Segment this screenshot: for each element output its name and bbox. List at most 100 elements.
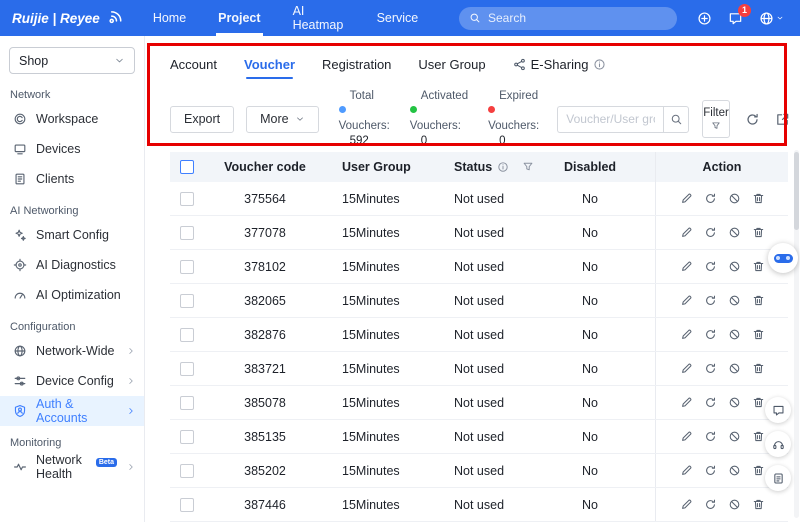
refresh-button[interactable] xyxy=(745,112,760,127)
edit-button[interactable] xyxy=(680,362,693,375)
survey-button[interactable] xyxy=(765,465,791,491)
delete-button[interactable] xyxy=(752,294,765,307)
renew-button[interactable] xyxy=(704,396,717,409)
tab-e-sharing[interactable]: E-Sharing xyxy=(513,57,607,72)
row-checkbox[interactable] xyxy=(180,327,194,342)
delete-button[interactable] xyxy=(752,192,765,205)
edit-button[interactable] xyxy=(680,464,693,477)
sidebar-item-workspace[interactable]: Workspace xyxy=(0,104,144,134)
language-button[interactable] xyxy=(759,11,784,26)
nav-service[interactable]: Service xyxy=(361,0,445,36)
delete-button[interactable] xyxy=(752,328,765,341)
renew-button[interactable] xyxy=(704,362,717,375)
delete-button[interactable] xyxy=(752,464,765,477)
brand-logo[interactable]: Ruijie | Reyee xyxy=(0,9,137,27)
notifications-button[interactable]: 1 xyxy=(728,3,751,26)
select-all-checkbox[interactable] xyxy=(180,160,194,174)
renew-button[interactable] xyxy=(704,430,717,443)
renew-button[interactable] xyxy=(704,328,717,341)
sidebar-item-ai-diagnostics[interactable]: AI Diagnostics xyxy=(0,250,144,280)
row-checkbox[interactable] xyxy=(180,463,194,478)
row-checkbox[interactable] xyxy=(180,395,194,410)
tab-registration[interactable]: Registration xyxy=(322,57,391,72)
row-checkbox[interactable] xyxy=(180,497,194,512)
renew-button[interactable] xyxy=(704,294,717,307)
row-checkbox[interactable] xyxy=(180,361,194,376)
row-checkbox[interactable] xyxy=(180,225,194,240)
ai-assistant-button[interactable] xyxy=(768,243,798,273)
row-checkbox[interactable] xyxy=(180,429,194,444)
more-button[interactable]: More xyxy=(246,105,319,133)
delete-button[interactable] xyxy=(752,430,765,443)
voucher-search-input[interactable] xyxy=(557,105,664,133)
nav-home[interactable]: Home xyxy=(137,0,202,36)
sidebar-item-network-wide[interactable]: Network-Wide xyxy=(0,336,144,366)
scrollbar-track[interactable] xyxy=(794,150,799,518)
row-checkbox[interactable] xyxy=(180,191,194,206)
delete-button[interactable] xyxy=(752,226,765,239)
sidebar-item-device-config[interactable]: Device Config xyxy=(0,366,144,396)
disable-button[interactable] xyxy=(728,430,741,443)
global-search-input[interactable] xyxy=(488,11,667,25)
disable-button[interactable] xyxy=(728,192,741,205)
tab-account[interactable]: Account xyxy=(170,57,217,72)
nav-ai-heatmap[interactable]: AI Heatmap xyxy=(277,0,361,36)
row-actions xyxy=(655,216,788,249)
add-circle-button[interactable] xyxy=(697,11,712,26)
disable-button[interactable] xyxy=(728,498,741,511)
edit-button[interactable] xyxy=(680,294,693,307)
delete-button[interactable] xyxy=(752,396,765,409)
tab-user-group[interactable]: User Group xyxy=(418,57,485,72)
global-search[interactable] xyxy=(459,6,677,30)
sidebar-item-ai-optimization[interactable]: AI Optimization xyxy=(0,280,144,310)
column-header-disabled[interactable]: Disabled xyxy=(552,160,628,174)
row-checkbox[interactable] xyxy=(180,259,194,274)
delete-button[interactable] xyxy=(752,498,765,511)
sidebar-item-smart-config[interactable]: Smart Config xyxy=(0,220,144,250)
disable-button[interactable] xyxy=(728,260,741,273)
disable-button[interactable] xyxy=(728,294,741,307)
sidebar-item-devices[interactable]: Devices xyxy=(0,134,144,164)
disable-button[interactable] xyxy=(728,226,741,239)
edit-button[interactable] xyxy=(680,226,693,239)
support-button[interactable] xyxy=(765,431,791,457)
delete-button[interactable] xyxy=(752,362,765,375)
column-header-voucher-code[interactable]: Voucher code xyxy=(204,160,326,174)
info-icon[interactable] xyxy=(593,58,606,71)
row-checkbox[interactable] xyxy=(180,293,194,308)
row-actions xyxy=(655,318,788,351)
edit-button[interactable] xyxy=(680,192,693,205)
shop-selector[interactable]: Shop xyxy=(9,47,135,74)
renew-button[interactable] xyxy=(704,260,717,273)
delete-button[interactable] xyxy=(752,260,765,273)
tab-voucher[interactable]: Voucher xyxy=(244,57,295,79)
status-info[interactable] xyxy=(497,161,509,173)
feedback-button[interactable] xyxy=(765,397,791,423)
disable-button[interactable] xyxy=(728,396,741,409)
scrollbar-thumb[interactable] xyxy=(794,152,799,230)
disable-button[interactable] xyxy=(728,464,741,477)
edit-button[interactable] xyxy=(680,328,693,341)
nav-project[interactable]: Project xyxy=(202,0,276,36)
export-button[interactable]: Export xyxy=(170,105,235,133)
edit-button[interactable] xyxy=(680,430,693,443)
column-header-user-group[interactable]: User Group xyxy=(326,160,444,174)
disable-button[interactable] xyxy=(728,362,741,375)
renew-button[interactable] xyxy=(704,498,717,511)
network-wide-icon xyxy=(14,345,26,357)
sidebar-item-network-health[interactable]: Network Health Beta xyxy=(0,452,144,482)
status-filter[interactable] xyxy=(522,161,534,173)
renew-button[interactable] xyxy=(704,464,717,477)
edit-button[interactable] xyxy=(680,260,693,273)
filter-button[interactable]: Filter xyxy=(702,100,730,138)
voucher-search-button[interactable] xyxy=(663,105,690,133)
renew-button[interactable] xyxy=(704,226,717,239)
edit-button[interactable] xyxy=(680,498,693,511)
column-header-status[interactable]: Status xyxy=(444,160,552,174)
sidebar-item-auth-accounts[interactable]: Auth & Accounts xyxy=(0,396,144,426)
disable-button[interactable] xyxy=(728,328,741,341)
share-export-button[interactable] xyxy=(775,112,790,127)
sidebar-item-clients[interactable]: Clients xyxy=(0,164,144,194)
edit-button[interactable] xyxy=(680,396,693,409)
renew-button[interactable] xyxy=(704,192,717,205)
